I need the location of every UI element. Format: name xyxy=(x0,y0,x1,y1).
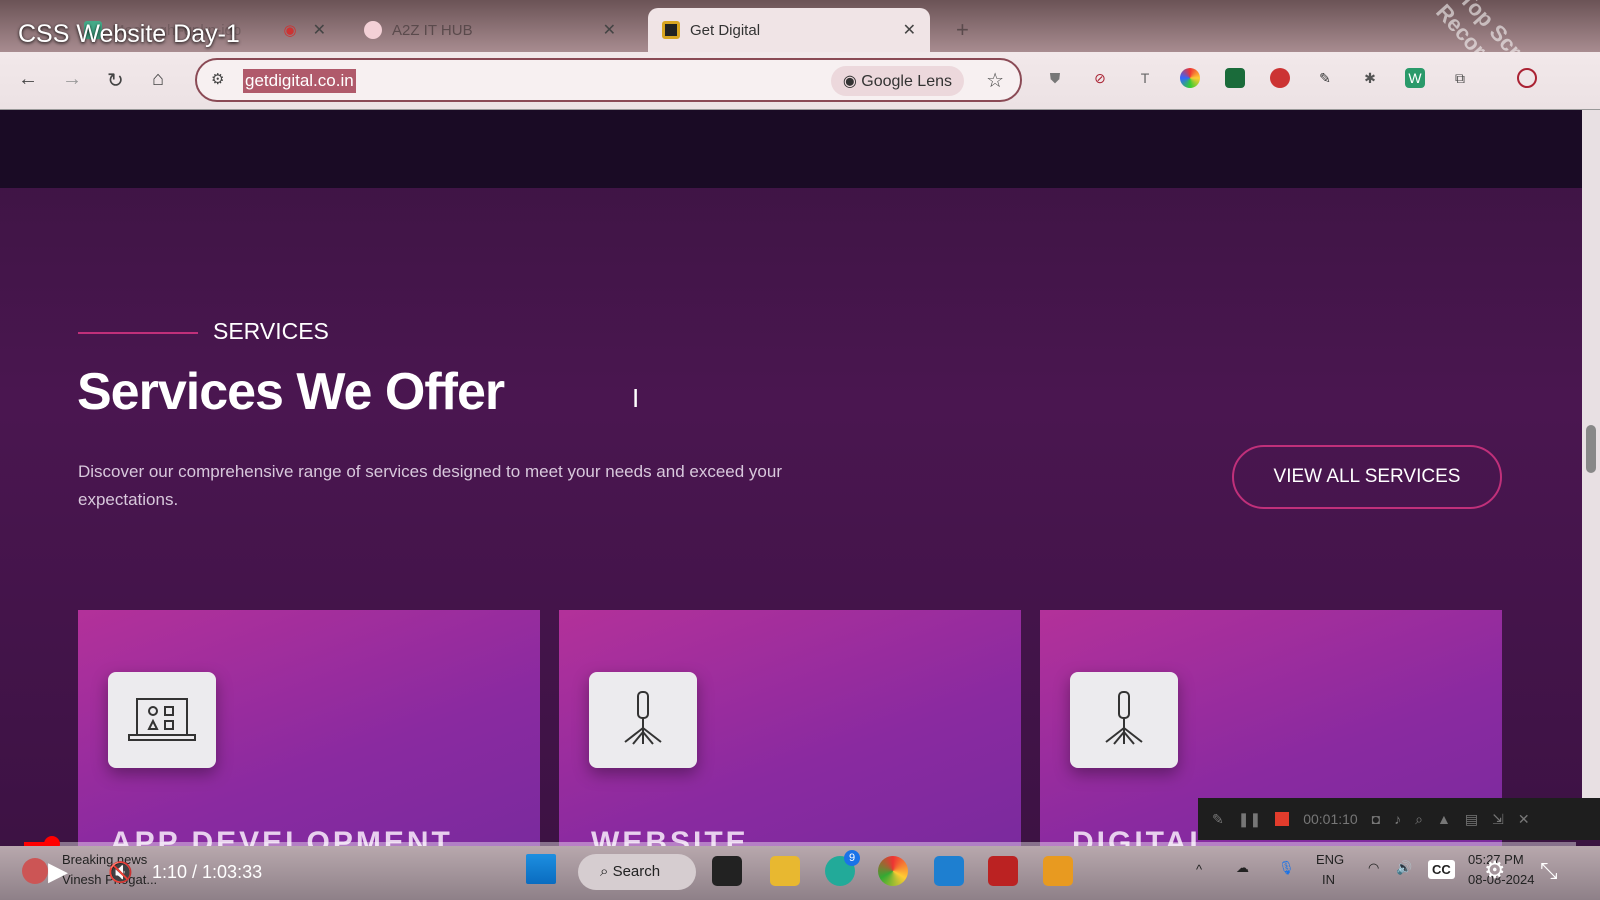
whatsapp-badge: 9 xyxy=(844,850,860,866)
settings-gear-icon[interactable]: ⚙ xyxy=(1484,856,1506,885)
chrome-icon[interactable] xyxy=(878,856,908,886)
shield-extension-icon[interactable]: ⛊ xyxy=(1045,68,1065,88)
close-tab-icon[interactable]: ✕ xyxy=(903,20,916,40)
zoom-icon[interactable]: ⌕ xyxy=(1415,811,1423,828)
sublime-icon[interactable] xyxy=(1043,856,1073,886)
camera-icon[interactable]: ◘ xyxy=(1372,811,1380,827)
tray-chevron-icon[interactable]: ^ xyxy=(1196,862,1202,877)
cloud-icon[interactable]: ☁ xyxy=(1236,860,1249,876)
webpage: SERVICES Services We Offer Discover our … xyxy=(0,110,1582,859)
search-icon: ⌕ xyxy=(600,863,613,880)
bookmark-star-icon[interactable]: ☆ xyxy=(986,68,1004,93)
google-lens-button[interactable]: ◉ Google Lens xyxy=(830,66,964,96)
back-icon[interactable]: ← xyxy=(18,68,38,91)
task-view-icon[interactable] xyxy=(712,856,742,886)
captions-icon[interactable]: CC xyxy=(1428,860,1455,879)
recorder-toolbar: ✎ ❚❚ 00:01:10 ◘ ♪ ⌕ ▲ ▤ ⇲ ✕ xyxy=(1198,798,1600,840)
exit-fullscreen-icon[interactable]: ⤡ xyxy=(1540,858,1558,884)
tab-a2z[interactable]: A2Z IT HUB ✕ xyxy=(350,8,630,52)
recorder-elapsed: 00:01:10 xyxy=(1303,811,1358,827)
news-icon xyxy=(22,858,48,884)
a2z-icon xyxy=(364,21,382,39)
service-card-website[interactable]: WEBSITE xyxy=(559,610,1021,859)
lens-icon: ◉ xyxy=(842,73,862,90)
color-extension-icon[interactable] xyxy=(1180,68,1200,88)
recording-icon: ◉ xyxy=(283,22,297,39)
close-tab-icon[interactable]: ✕ xyxy=(313,20,326,40)
section-eyebrow: SERVICES xyxy=(213,318,329,344)
tab-get-digital[interactable]: Get Digital ✕ xyxy=(648,8,930,52)
video-title: CSS Website Day-1 xyxy=(18,20,240,48)
play-icon[interactable]: ▶ xyxy=(48,856,68,887)
laptop-icon xyxy=(108,672,216,768)
tab-bar: Meet - ghi-qpkp-idp ◉ ✕ A2Z IT HUB ✕ Get Di… xyxy=(0,0,1600,52)
bug-extension-icon[interactable]: ✱ xyxy=(1360,68,1380,88)
profile-avatar[interactable] xyxy=(1517,68,1537,88)
text-cursor-icon: I xyxy=(632,383,640,413)
tab-label: A2Z IT HUB xyxy=(392,21,473,39)
close-tab-icon[interactable]: ✕ xyxy=(603,20,616,40)
region-label[interactable]: IN xyxy=(1322,872,1335,887)
url-text[interactable]: getdigital.co.in xyxy=(243,69,356,93)
header-band xyxy=(0,110,1582,188)
section-description: Discover our comprehensive range of serv… xyxy=(78,462,782,509)
new-tab-button[interactable]: + xyxy=(942,8,983,52)
bell-icon[interactable]: ▲ xyxy=(1437,811,1451,827)
news-title[interactable]: Breaking news xyxy=(62,852,147,867)
lens-label: Google Lens xyxy=(861,73,952,90)
address-bar[interactable]: ⚙ getdigital.co.in ◉ Google Lens ☆ xyxy=(195,58,1022,102)
forward-icon[interactable]: → xyxy=(62,68,82,91)
browser-toolbar: ← → ↻ ⌂ ⚙ getdigital.co.in ◉ Google Lens… xyxy=(0,52,1600,110)
block-extension-icon[interactable]: ⊘ xyxy=(1090,68,1110,88)
screen-recorder-icon[interactable] xyxy=(988,856,1018,886)
red-extension-icon[interactable] xyxy=(1270,68,1290,88)
service-card-app[interactable]: APP DEVELOPMENT xyxy=(78,610,540,859)
volume-icon[interactable]: 🔊 xyxy=(1396,860,1412,876)
file-explorer-icon[interactable] xyxy=(770,856,800,886)
taskbar: Breaking news Vinesh Phogat... ▶ 🔇 1:10 … xyxy=(0,846,1600,900)
edit-icon[interactable]: ⇲ xyxy=(1492,811,1504,828)
pen-icon[interactable]: ✎ xyxy=(1212,811,1224,828)
section-heading: Services We Offer xyxy=(77,363,505,421)
stop-icon[interactable] xyxy=(1275,812,1290,826)
pause-icon[interactable]: ❚❚ xyxy=(1238,811,1261,828)
mic-icon[interactable]: 🎙 xyxy=(1278,860,1295,876)
eyebrow-line xyxy=(78,332,198,334)
site-settings-icon[interactable]: ⚙ xyxy=(211,70,224,88)
mute-icon[interactable]: 🔇 xyxy=(108,860,133,885)
comment-icon[interactable]: ▤ xyxy=(1465,811,1478,828)
taskbar-search[interactable]: ⌕ Search xyxy=(578,854,696,890)
search-label: Search xyxy=(612,863,661,880)
text-extension-icon[interactable]: T xyxy=(1135,68,1155,88)
w-extension-icon[interactable]: W xyxy=(1405,68,1425,88)
close-icon[interactable]: ✕ xyxy=(1518,811,1530,828)
reload-icon[interactable]: ↻ xyxy=(107,68,124,93)
eyedropper-extension-icon[interactable]: ✎ xyxy=(1315,68,1335,88)
scrollbar-thumb[interactable] xyxy=(1586,425,1596,473)
pen-tool-icon xyxy=(589,672,697,768)
lang-label[interactable]: ENG xyxy=(1316,852,1344,867)
windows-start-icon[interactable] xyxy=(526,854,556,884)
pen-tool-icon xyxy=(1070,672,1178,768)
home-icon[interactable]: ⌂ xyxy=(152,68,164,91)
extensions-puzzle-icon[interactable]: ⧉ xyxy=(1450,68,1470,88)
tab-label: Get Digital xyxy=(690,21,761,39)
mic-off-icon[interactable]: ♪ xyxy=(1394,811,1401,827)
vscode-icon[interactable] xyxy=(934,856,964,886)
view-all-services-button[interactable]: VIEW ALL SERVICES xyxy=(1232,445,1502,509)
wifi-icon[interactable]: ◠ xyxy=(1368,860,1379,876)
page-scrollbar[interactable] xyxy=(1582,110,1600,840)
get-digital-icon xyxy=(662,21,680,39)
video-time: 1:10 / 1:03:33 xyxy=(152,862,263,882)
green-extension-icon[interactable] xyxy=(1225,68,1245,88)
